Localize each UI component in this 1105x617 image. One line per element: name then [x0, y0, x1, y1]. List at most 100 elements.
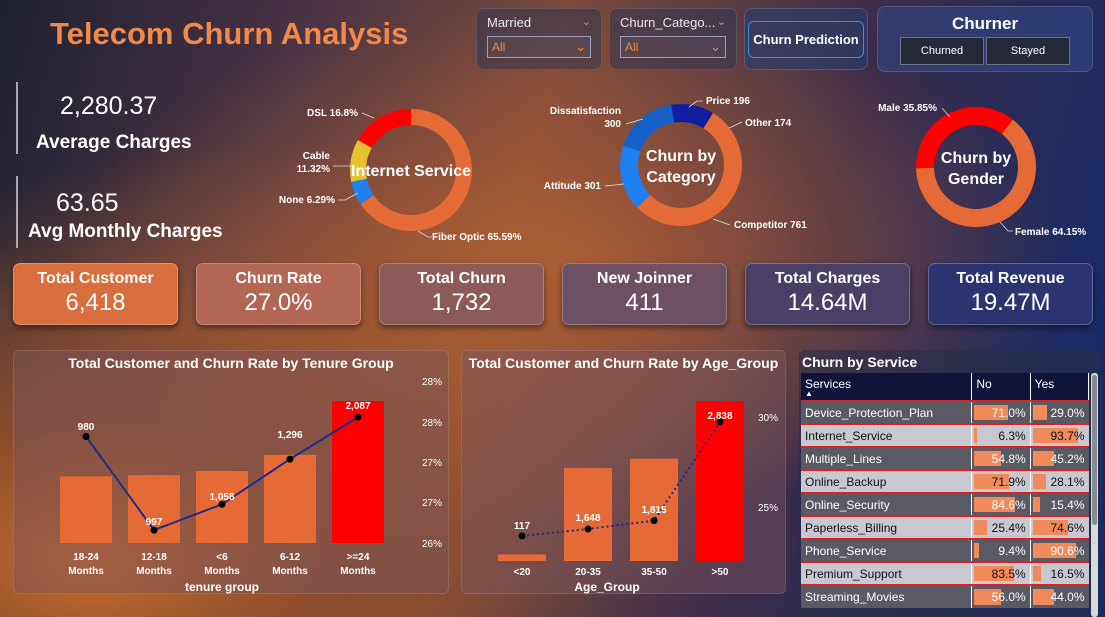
percent-value: 15.4%	[1050, 497, 1085, 512]
service-name: Device_Protection_Plan	[801, 400, 972, 424]
data-label: 2,087	[345, 401, 370, 412]
churn-rate-point[interactable]	[354, 413, 362, 421]
table-row[interactable]: Paperless_Billing 25.4% 74.6%	[801, 515, 1089, 539]
donut-data-label: Price 196	[706, 96, 750, 107]
age-chart-panel: Total Customer and Churn Rate by Age_Gro…	[461, 350, 786, 594]
percent-value: 71.9%	[991, 474, 1026, 489]
services-column-header[interactable]: Services ▲	[801, 373, 973, 401]
y2-tick-label: 28%	[422, 377, 442, 388]
vertical-scrollbar[interactable]	[1091, 373, 1098, 617]
data-label: 1,296	[277, 430, 302, 441]
leader-line	[712, 218, 731, 226]
y2-tick-label: 28%	[422, 418, 442, 429]
kpi-value: 411	[625, 289, 664, 316]
service-no-cell: 56.0%	[971, 584, 1031, 608]
donut-data-label: Other 174	[745, 118, 792, 129]
x-tick-label: >=24	[347, 552, 370, 563]
percent-value: 71.0%	[991, 405, 1026, 420]
bar-18-24-months[interactable]	[60, 476, 112, 543]
percent-value: 56.0%	[991, 590, 1026, 604]
kpi-total-revenue: Total Revenue 19.47M	[928, 263, 1093, 325]
leader-line	[999, 221, 1013, 232]
percent-value: 9.4%	[998, 543, 1026, 558]
percent-value: 6.3%	[998, 428, 1026, 443]
leader-line	[728, 121, 743, 129]
data-bar	[1032, 405, 1047, 420]
bar-6-12-months[interactable]	[264, 454, 316, 543]
table-row[interactable]: Online_Security 84.6% 15.4%	[801, 492, 1089, 516]
donut-title: Internet Service	[351, 163, 471, 180]
percent-value: 90.6%	[1050, 543, 1085, 558]
data-label: 2,838	[707, 411, 732, 422]
donut-data-label: Competitor 761	[734, 220, 807, 231]
table-row[interactable]: Streaming_Movies 56.0% 44.0%	[801, 584, 1089, 608]
x-tick-label: Months	[340, 566, 376, 577]
y2-tick-label: 25%	[758, 503, 778, 514]
churn-rate-point[interactable]	[286, 455, 294, 463]
donut-data-label: 11.32%	[297, 164, 330, 175]
data-bar	[1032, 474, 1047, 489]
x-tick-label: Months	[68, 566, 104, 577]
x-tick-label: >50	[712, 567, 729, 578]
service-name: Internet_Service	[801, 423, 972, 447]
x-axis-label: tenure group	[185, 580, 259, 594]
churn-rate-point[interactable]	[650, 517, 658, 525]
data-bar	[974, 543, 979, 558]
service-name: Online_Backup	[801, 469, 972, 493]
donut-slice-dissatisfaction[interactable]	[623, 104, 675, 152]
table-row[interactable]: Internet_Service 6.3% 93.7%	[801, 423, 1089, 447]
tenure-chart-panel: Total Customer and Churn Rate by Tenure …	[13, 350, 449, 594]
percent-value: 93.7%	[1050, 428, 1085, 443]
donut-data-label: 300	[604, 119, 621, 130]
service-no-cell: 84.6%	[971, 492, 1031, 516]
scrollbar-thumb[interactable]	[1092, 375, 1097, 525]
kpi-value: 1,732	[431, 289, 492, 316]
service-yes-cell: 93.7%	[1029, 423, 1089, 447]
kpi-value: 6,418	[65, 289, 126, 316]
table-row[interactable]: Device_Protection_Plan 71.0% 29.0%	[801, 400, 1089, 424]
tenure-chart: 18-24 Months 12-18 Months <6 Months 6-12 Months…	[60, 377, 442, 594]
donut-data-label: Cable	[303, 151, 331, 162]
service-yes-cell: 45.2%	[1029, 446, 1089, 470]
table-row[interactable]: Multiple_Lines 54.8% 45.2%	[801, 446, 1089, 470]
table-row[interactable]: Premium_Support 83.5% 16.5%	[801, 561, 1089, 585]
kpi-title: Total Charges	[774, 270, 881, 287]
y2-tick-label: 27%	[422, 458, 442, 469]
y2-tick-label: 26%	[422, 539, 442, 550]
churn-rate-point[interactable]	[584, 525, 592, 533]
no-column-header[interactable]: No	[971, 373, 1031, 401]
service-yes-cell: 44.0%	[1029, 584, 1089, 608]
x-tick-label: 35-50	[641, 567, 667, 578]
data-label: 117	[514, 521, 531, 532]
service-no-cell: 54.8%	[971, 446, 1031, 470]
kpi-title: Total Churn	[417, 270, 506, 287]
service-no-cell: 25.4%	[971, 515, 1031, 539]
kpi-value: 19.47M	[970, 289, 1051, 316]
donut-data-label: Male 35.85%	[878, 103, 937, 114]
service-no-cell: 6.3%	[971, 423, 1031, 447]
bar-24-months[interactable]	[332, 401, 384, 543]
kpi-total-charges: Total Charges 14.64M	[745, 263, 910, 325]
churn-rate-point[interactable]	[518, 532, 526, 540]
service-name: Premium_Support	[801, 561, 972, 585]
table-row[interactable]: Phone_Service 9.4% 90.6%	[801, 538, 1089, 562]
y2-tick-label: 27%	[422, 498, 442, 509]
churn-rate-point[interactable]	[82, 433, 90, 440]
data-bar	[1032, 497, 1041, 512]
percent-value: 44.0%	[1050, 590, 1085, 604]
table-row[interactable]: Online_Backup 71.9% 28.1%	[801, 469, 1089, 493]
kpi-title: Total Revenue	[956, 270, 1065, 287]
data-label: 997	[146, 517, 163, 528]
kpi-total-churn: Total Churn 1,732	[379, 263, 544, 325]
yes-column-header[interactable]: Yes	[1030, 373, 1090, 401]
percent-value: 83.5%	[991, 566, 1026, 581]
percent-value: 84.6%	[991, 497, 1026, 512]
kpi-title: New Joinner	[596, 270, 693, 287]
service-no-cell: 83.5%	[971, 561, 1031, 585]
donut-charts: Internet Service Fiber Optic 65.59% None 6…	[279, 96, 1086, 243]
kpi-title: Total Customer	[37, 270, 154, 287]
service-name: Streaming_Movies	[801, 584, 972, 608]
percent-value: 54.8%	[991, 451, 1026, 466]
donut-data-label: Dissatisfaction	[550, 106, 621, 117]
bar-20[interactable]	[498, 554, 546, 561]
